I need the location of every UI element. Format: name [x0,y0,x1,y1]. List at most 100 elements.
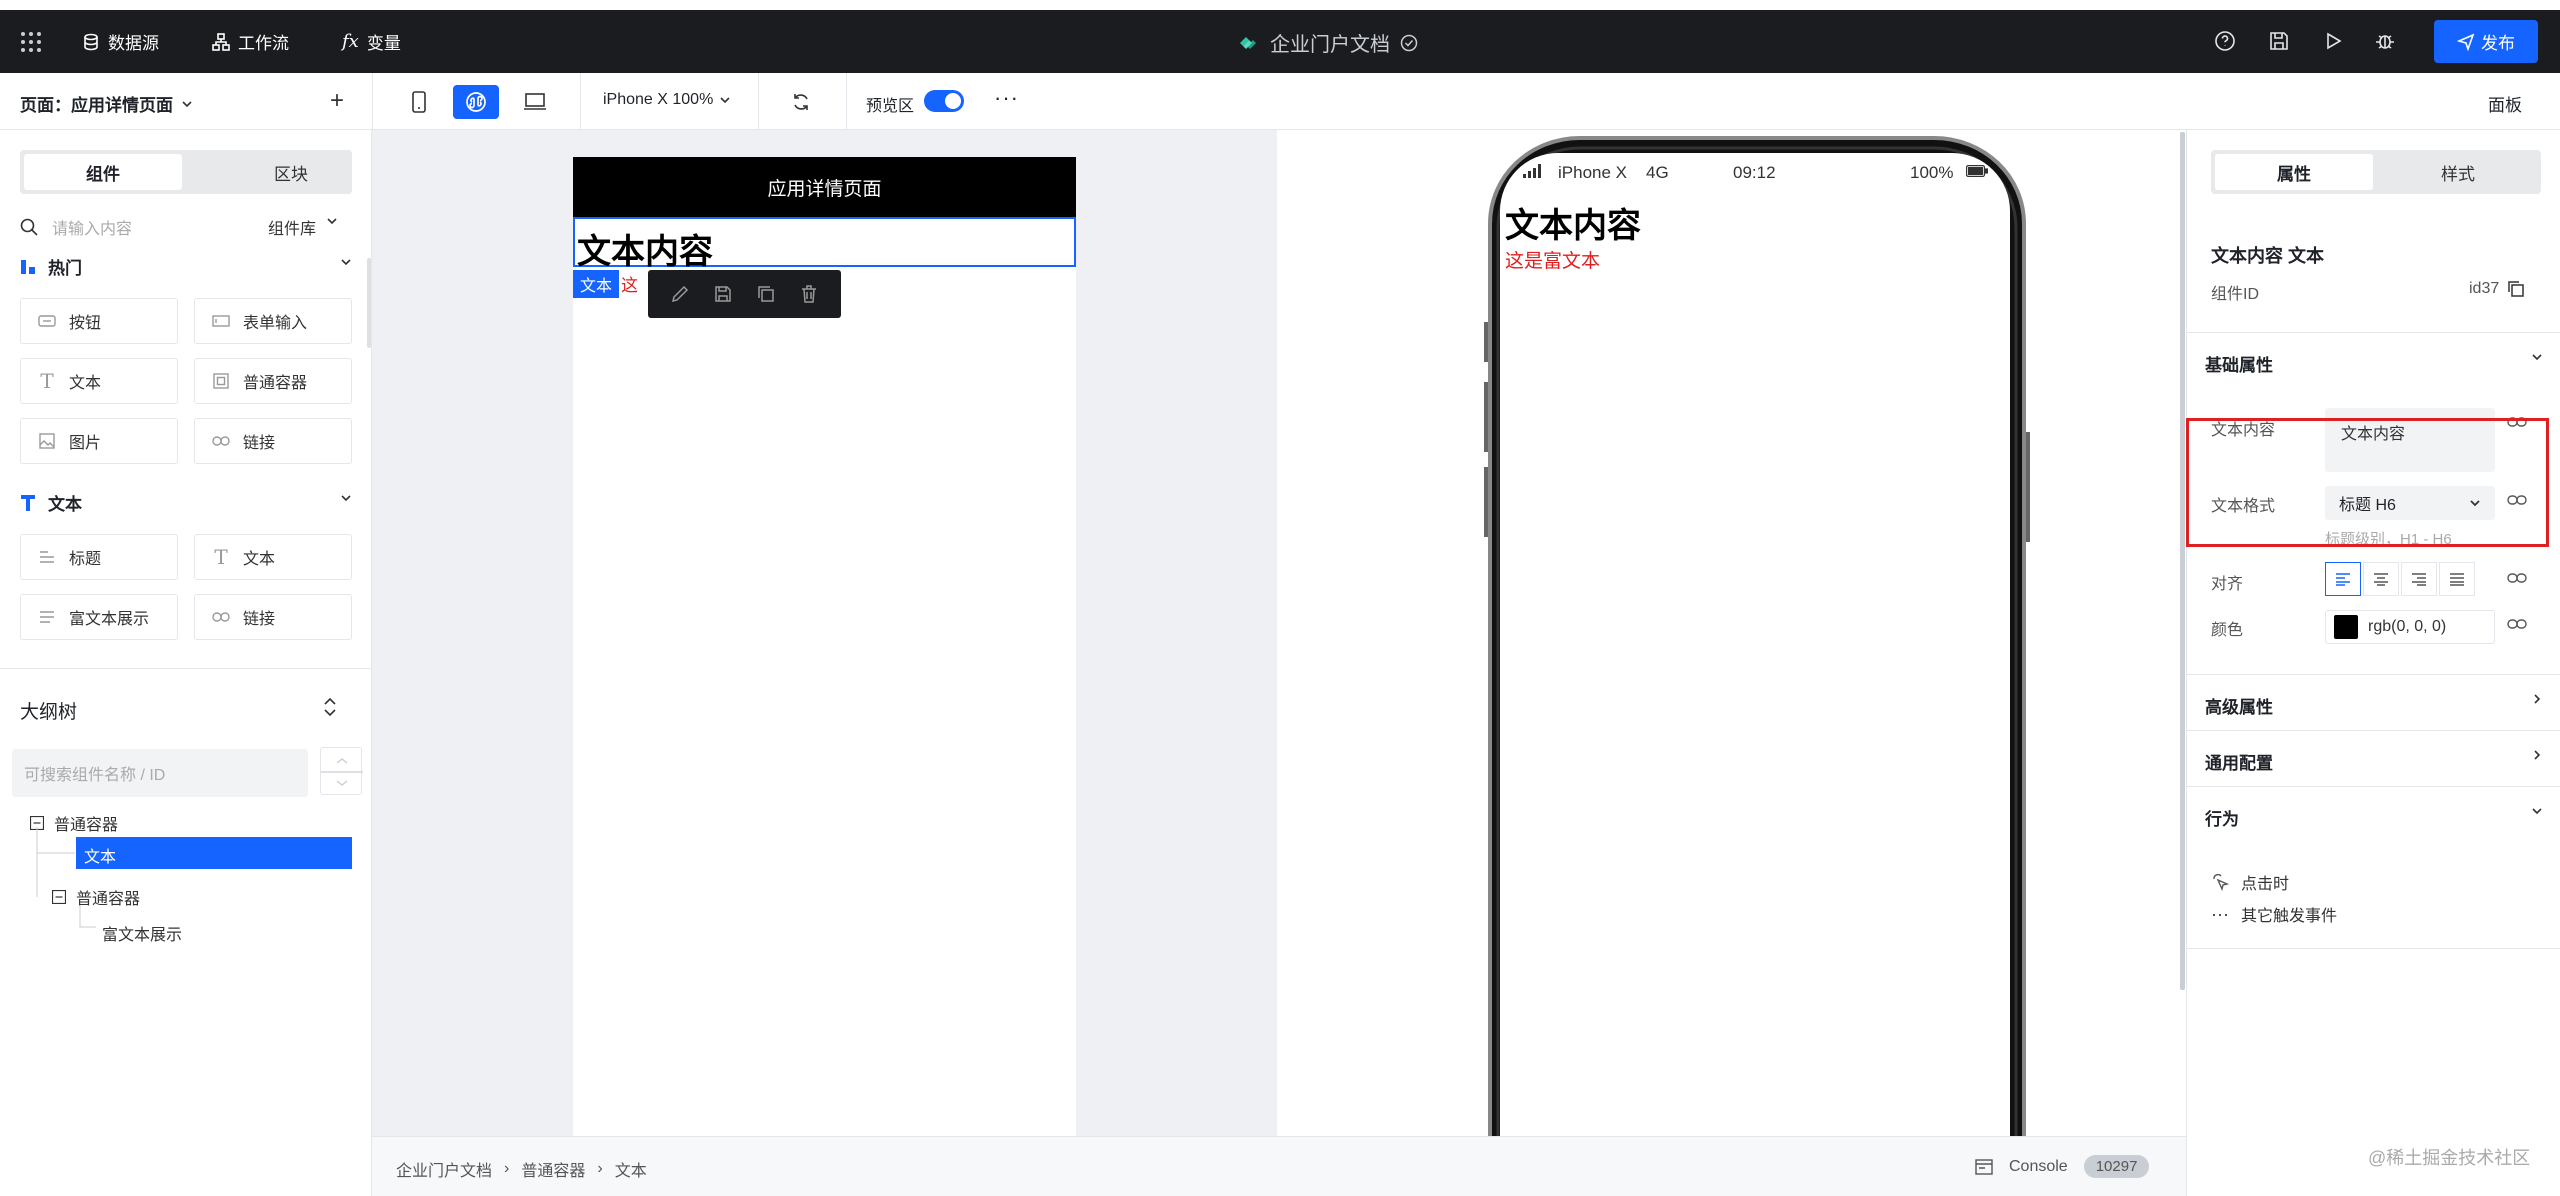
image-icon [37,431,57,451]
carrier-label: iPhone X [1558,163,1627,182]
selected-text-component[interactable]: 文本内容 [573,217,1076,271]
component-link[interactable]: 链接 [194,594,352,640]
align-center-icon[interactable] [2363,562,2399,596]
variables-menu[interactable]: fx 变量 [342,29,401,54]
canvas-scrollbar[interactable] [2180,132,2185,990]
search-input[interactable]: 请输入内容 [52,215,132,239]
chevron-right-icon [2531,749,2543,761]
outline-search-stepper[interactable] [320,747,363,795]
chevron-right-icon: › [597,1160,603,1177]
play-icon[interactable] [2322,30,2346,54]
component-label: 标题 [69,551,102,568]
datasource-menu[interactable]: 数据源 [82,29,159,54]
component-heading[interactable]: 标题 [20,534,178,580]
copy-icon[interactable] [2507,280,2525,298]
laptop-icon [524,93,546,110]
category-text[interactable]: 文本 [20,490,352,515]
editor-toolbar: 页面：应用详情页面 + iPhone X 100% 预览区 ··· 面板 [0,73,2560,130]
desktop-device-button[interactable] [512,85,558,119]
divider [2187,948,2560,949]
align-justify-icon[interactable] [2439,562,2475,596]
component-search[interactable]: 请输入内容 组件库 [20,212,352,242]
breadcrumb-item[interactable]: 企业门户文档 [396,1157,492,1181]
signal-bars-icon [1522,163,1546,179]
component-form-input[interactable]: 表单输入 [194,298,352,344]
mobile-device-button[interactable] [396,85,442,119]
pointer-click-icon [2211,873,2229,891]
outline-search-input[interactable]: 可搜索组件名称 / ID [12,749,308,797]
device-zoom-select[interactable]: iPhone X 100% [603,91,731,109]
component-image[interactable]: 图片 [20,418,178,464]
mini-program-icon [466,92,486,112]
component-label: 链接 [243,611,276,628]
align-right-icon[interactable] [2401,562,2437,596]
divider [846,73,847,130]
component-text[interactable]: T 文本 [20,358,178,404]
status-bar: 企业门户文档 › 普通容器 › 文本 Console 10297 [372,1136,2186,1196]
properties-panel: 属性 样式 文本内容 文本 组件ID id37 基础属性 文本内容 文本内容 文… [2186,130,2560,1196]
breadcrumb-item[interactable]: 文本 [615,1157,647,1181]
section-advanced[interactable]: 高级属性 [2187,674,2560,730]
align-label: 对齐 [2211,576,2244,593]
copy-icon[interactable] [756,284,776,304]
tree-node-rich-text[interactable]: 富文本展示 [102,921,182,945]
top-bar: 数据源 工作流 fx 变量 企业门户文档 发布 [0,10,2560,73]
preview-toggle[interactable] [924,90,964,112]
saved-check-icon [1400,34,1418,52]
phone-screen [1500,153,2010,1136]
category-hot-label: 热门 [48,259,82,278]
publish-label: 发布 [2481,34,2515,53]
tab-components[interactable]: 组件 [24,154,182,190]
text-t-icon: T [40,369,54,393]
component-text[interactable]: T 文本 [194,534,352,580]
page-selector[interactable]: 页面：应用详情页面 [20,91,193,116]
component-rich-text[interactable]: 富文本展示 [20,594,178,640]
publish-button[interactable]: 发布 [2434,20,2538,63]
console-button[interactable]: Console 10297 [1975,1155,2150,1178]
bind-link-icon[interactable] [2507,618,2527,638]
component-link[interactable]: 链接 [194,418,352,464]
help-icon[interactable] [2214,30,2238,54]
workflow-menu[interactable]: 工作流 [212,29,289,54]
tab-properties[interactable]: 属性 [2215,154,2373,190]
component-title: 文本内容 文本 [2211,246,2325,266]
left-panel-scrollbar[interactable] [367,258,371,348]
component-container[interactable]: 普通容器 [194,358,352,404]
event-other-triggers[interactable]: ··· 其它触发事件 [2211,902,2337,926]
add-page-button[interactable]: + [330,87,344,115]
device-zoom-value: iPhone X 100% [603,91,714,108]
container-icon [211,371,231,391]
save-icon[interactable] [2268,30,2292,54]
tab-style[interactable]: 样式 [2379,154,2537,190]
divider [580,73,581,130]
more-options-icon[interactable]: ··· [994,85,1019,111]
chevron-right-icon: › [504,1160,510,1177]
battery-percent: 100% [1910,163,1954,182]
category-hot[interactable]: 热门 [20,254,352,279]
section-basic[interactable]: 基础属性 [2187,332,2560,388]
library-select[interactable]: 组件库 [268,215,338,239]
color-picker[interactable]: rgb(0, 0, 0) [2325,610,2495,644]
tree-node-text-selected[interactable]: 文本 [76,837,352,869]
expand-collapse-icon[interactable] [322,697,338,717]
color-swatch[interactable] [2334,615,2358,639]
save-icon[interactable] [713,284,733,304]
refresh-button[interactable] [778,85,824,119]
delete-trash-icon[interactable] [799,284,819,304]
page-frame: 应用详情页面 文本内容 文本 这 [573,157,1076,1136]
mini-program-button[interactable] [453,85,499,119]
event-on-click[interactable]: 点击时 [2211,870,2289,894]
edit-pencil-icon[interactable] [670,284,690,304]
align-left-icon[interactable] [2325,562,2361,596]
breadcrumb-item[interactable]: 普通容器 [521,1157,585,1181]
debug-bug-icon[interactable] [2374,30,2398,54]
tab-blocks[interactable]: 区块 [212,154,370,190]
panel-toggle[interactable]: 面板 [2488,91,2522,116]
bind-link-icon[interactable] [2507,572,2527,592]
console-icon [1975,1158,1993,1175]
section-common[interactable]: 通用配置 [2187,730,2560,786]
apps-grid-icon[interactable] [20,31,42,53]
component-button[interactable]: 按钮 [20,298,178,344]
section-behavior[interactable]: 行为 [2187,786,2560,842]
color-label: 颜色 [2211,622,2244,639]
